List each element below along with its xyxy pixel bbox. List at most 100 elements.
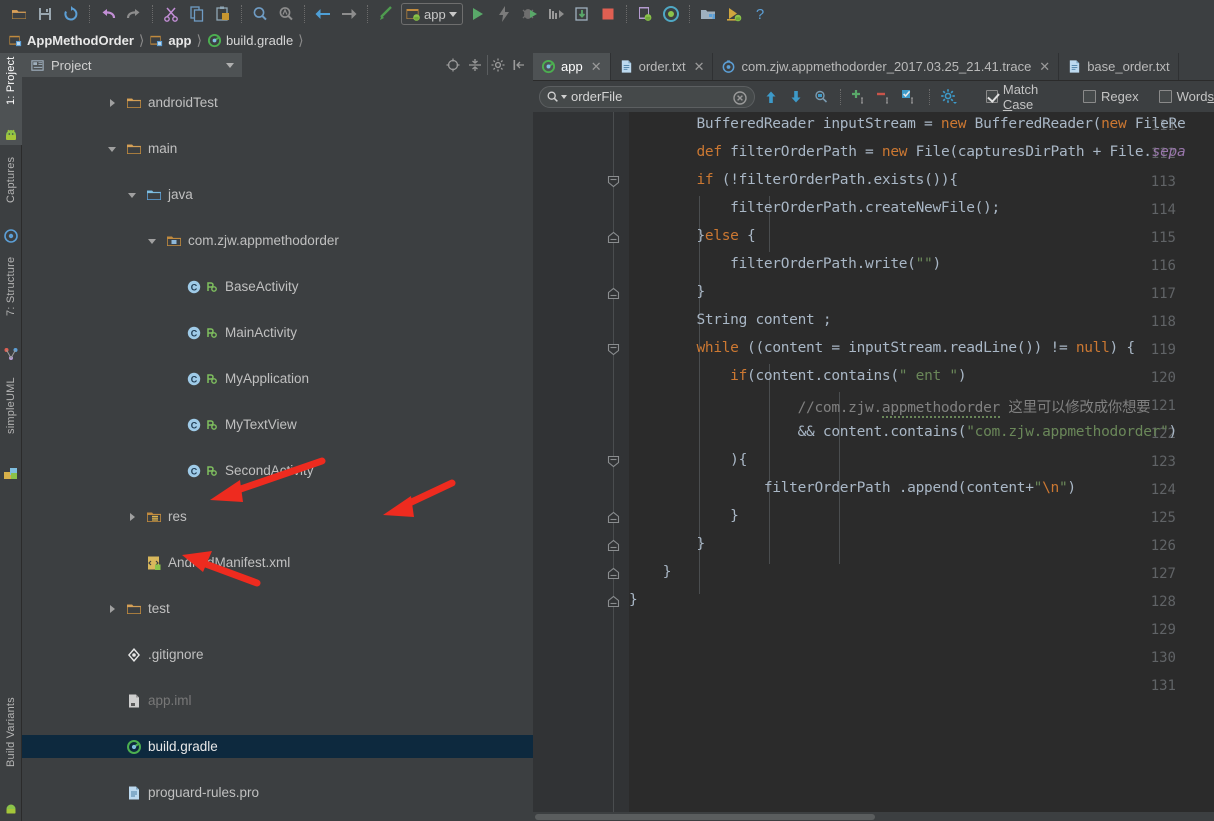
back-icon[interactable]	[310, 2, 336, 26]
save-all-icon[interactable]	[32, 2, 58, 26]
chevron-down-icon[interactable]	[126, 189, 138, 201]
run-configuration-selector[interactable]: app	[401, 3, 463, 25]
tree-node-mytextview[interactable]: C MyTextView	[22, 413, 533, 436]
avd-manager-button[interactable]	[658, 2, 684, 26]
code-text[interactable]: BufferedReader inputStream = new Buffere…	[629, 112, 1214, 821]
chevron-right-icon[interactable]	[126, 511, 138, 523]
tree-node-androidmanifest[interactable]: AndroidManifest.xml	[22, 551, 533, 574]
sync-refresh-icon[interactable]	[58, 2, 84, 26]
tree-node-java[interactable]: java	[22, 183, 533, 206]
words-checkbox[interactable]: Words	[1159, 89, 1214, 104]
match-case-checkbox[interactable]: Match Case	[986, 82, 1063, 112]
android-monitor-button[interactable]	[721, 2, 747, 26]
tab-order-txt[interactable]: order.txt ✕	[611, 53, 714, 80]
chevron-right-icon[interactable]	[106, 603, 118, 615]
forward-icon[interactable]	[336, 2, 362, 26]
fold-end-icon[interactable]	[606, 566, 621, 581]
chevron-right-icon[interactable]	[106, 97, 118, 109]
filter-settings-button[interactable]	[939, 86, 958, 108]
tree-node-proguard-rules[interactable]: proguard-rules.pro	[22, 781, 533, 804]
tree-node-androidtest[interactable]: androidTest	[22, 91, 533, 114]
sync-project-gradle-button[interactable]	[632, 2, 658, 26]
sidebar-item-simpleuml[interactable]: simpleUML	[0, 373, 22, 473]
fold-end-icon[interactable]	[606, 230, 621, 245]
add-occurrence-button[interactable]	[850, 86, 869, 108]
chevron-down-icon[interactable]	[146, 235, 158, 247]
find-next-button[interactable]	[786, 86, 805, 108]
tree-node-myapplication[interactable]: C MyApplication	[22, 367, 533, 390]
chevron-down-icon[interactable]	[106, 143, 118, 155]
apply-changes-button[interactable]	[491, 2, 517, 26]
hide-panel-icon[interactable]	[509, 55, 529, 75]
scroll-from-source-icon[interactable]	[443, 55, 463, 75]
last-edit-location-icon[interactable]	[373, 2, 399, 26]
run-with-coverage-button[interactable]	[543, 2, 569, 26]
breadcrumb-item-file[interactable]: build.gradle	[207, 33, 293, 48]
run-button[interactable]	[465, 2, 491, 26]
close-icon[interactable]: ✕	[591, 59, 602, 75]
tree-node-res[interactable]: res	[22, 505, 533, 528]
scrollbar-thumb[interactable]	[535, 814, 875, 820]
settings-gear-icon[interactable]	[487, 55, 507, 75]
chevron-down-icon[interactable]	[561, 95, 567, 99]
tree-node-test[interactable]: test	[22, 597, 533, 620]
editor-horizontal-scrollbar[interactable]	[533, 812, 1214, 821]
breadcrumb-item-module[interactable]: app	[149, 33, 191, 48]
breadcrumb-item-project[interactable]: AppMethodOrder	[8, 33, 134, 48]
redo-icon[interactable]	[121, 2, 147, 26]
sdk-manager-button[interactable]	[695, 2, 721, 26]
attach-debugger-button[interactable]	[569, 2, 595, 26]
find-icon[interactable]	[247, 2, 273, 26]
close-icon[interactable]: ✕	[1039, 59, 1050, 75]
tree-node-baseactivity[interactable]: C BaseActivity	[22, 275, 533, 298]
fold-start-icon[interactable]	[606, 342, 621, 357]
checkbox-box[interactable]	[1159, 90, 1172, 103]
regex-checkbox[interactable]: Regex	[1083, 89, 1139, 104]
open-folder-icon[interactable]	[6, 2, 32, 26]
tree-node-app-iml[interactable]: app.iml	[22, 689, 533, 712]
paste-icon[interactable]	[210, 2, 236, 26]
copy-icon[interactable]	[184, 2, 210, 26]
stop-button[interactable]	[595, 2, 621, 26]
tree-node-build-gradle-app[interactable]: build.gradle	[22, 735, 533, 758]
debug-button[interactable]	[517, 2, 543, 26]
fold-start-icon[interactable]	[606, 174, 621, 189]
project-panel-title-box[interactable]: Project	[22, 53, 242, 77]
tree-node-main[interactable]: main	[22, 137, 533, 160]
remove-occurrence-button[interactable]	[875, 86, 894, 108]
fold-end-icon[interactable]	[606, 286, 621, 301]
find-previous-button[interactable]	[761, 86, 780, 108]
help-button[interactable]: ?	[747, 2, 773, 26]
select-all-occurrences-button[interactable]	[901, 86, 920, 108]
fold-end-icon[interactable]	[606, 538, 621, 553]
text-file-icon	[619, 59, 634, 74]
chevron-down-icon[interactable]	[226, 63, 234, 68]
collapse-all-icon[interactable]	[465, 55, 485, 75]
replace-icon[interactable]	[273, 2, 299, 26]
clear-icon[interactable]	[732, 90, 748, 106]
chevron-down-icon[interactable]	[449, 12, 457, 17]
search-icon[interactable]	[546, 90, 560, 104]
tree-node-secondactivity[interactable]: C SecondActivity	[22, 459, 533, 482]
cut-icon[interactable]	[158, 2, 184, 26]
tab-trace-file[interactable]: com.zjw.appmethodorder_2017.03.25_21.41.…	[713, 53, 1059, 80]
class-icon: C	[186, 279, 202, 295]
search-input[interactable]: orderFile	[539, 86, 755, 108]
fold-end-icon[interactable]	[606, 594, 621, 609]
fold-end-icon[interactable]	[606, 510, 621, 525]
undo-icon[interactable]	[95, 2, 121, 26]
tab-base-order-txt[interactable]: base_order.txt	[1059, 53, 1178, 80]
find-all-button[interactable]	[812, 86, 831, 108]
tree-node-package[interactable]: com.zjw.appmethodorder	[22, 229, 533, 252]
fold-start-icon[interactable]	[606, 454, 621, 469]
words-label: Words	[1177, 89, 1214, 104]
checkbox-box[interactable]	[1083, 90, 1096, 103]
tab-app[interactable]: app ✕	[533, 53, 611, 80]
tree-node-gitignore-app[interactable]: .gitignore	[22, 643, 533, 666]
checkbox-box[interactable]	[986, 90, 998, 103]
close-icon[interactable]: ✕	[694, 59, 705, 75]
project-tree[interactable]: androidTest main java com.zjw.appmethodo…	[22, 77, 533, 821]
code-editor[interactable]: 111 112 113 114 115 116 117 118 119 120 …	[533, 112, 1214, 821]
tree-node-mainactivity[interactable]: C MainActivity	[22, 321, 533, 344]
abstract-marker-icon	[204, 417, 220, 433]
